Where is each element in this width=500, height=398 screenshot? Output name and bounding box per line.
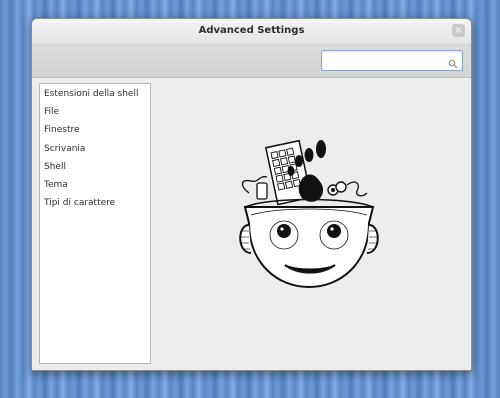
sidebar-item-tema[interactable]: Tema: [40, 176, 150, 194]
search-icon: [448, 54, 458, 73]
window-title: Advanced Settings: [198, 25, 305, 36]
sidebar-item-finestre[interactable]: Finestre: [40, 121, 150, 139]
advanced-settings-window: Advanced Settings × Estensioni della she…: [31, 18, 472, 371]
tweak-tool-mascot-illustration: [229, 135, 389, 299]
search-input[interactable]: [325, 52, 437, 68]
title-bar[interactable]: Advanced Settings ×: [32, 19, 471, 45]
sidebar-item-scrivania[interactable]: Scrivania: [40, 140, 150, 158]
search-box[interactable]: [321, 50, 463, 71]
sidebar-item-file[interactable]: File: [40, 103, 150, 121]
close-icon: ×: [454, 25, 463, 36]
close-button[interactable]: ×: [452, 24, 465, 37]
sidebar-item-tipi-di-carattere[interactable]: Tipi di carattere: [40, 194, 150, 212]
header-toolbar: [32, 45, 471, 78]
sidebar-item-estensioni[interactable]: Estensioni della shell: [40, 85, 150, 103]
sidebar-item-shell[interactable]: Shell: [40, 158, 150, 176]
category-list: Estensioni della shell File Finestre Scr…: [39, 83, 151, 364]
